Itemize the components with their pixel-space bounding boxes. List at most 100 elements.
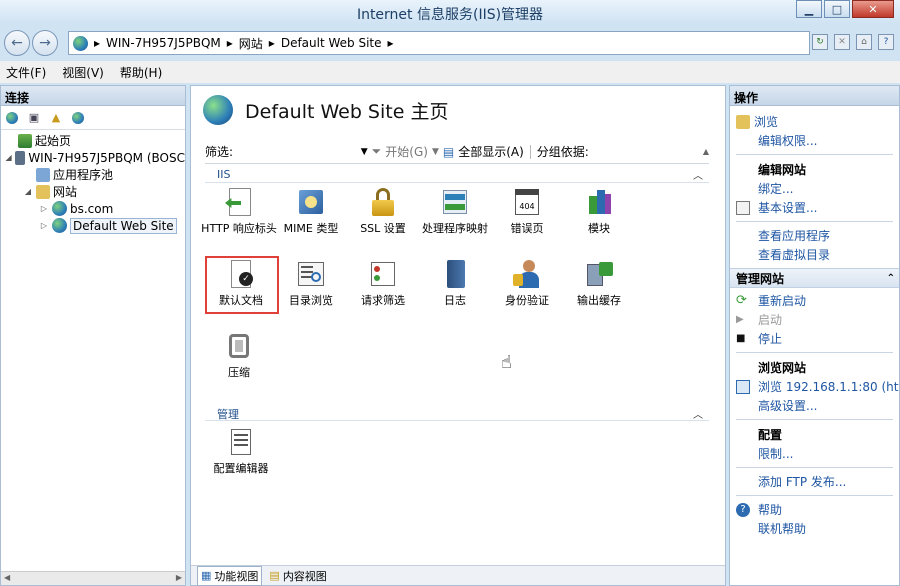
connect-globe-icon[interactable] bbox=[3, 109, 21, 127]
start-icon: ▶ bbox=[736, 313, 744, 325]
feature-directory-browsing[interactable]: 目录浏览 bbox=[273, 258, 349, 308]
http-response-headers-icon bbox=[223, 186, 255, 218]
feature-output-caching[interactable]: 输出缓存 bbox=[561, 258, 637, 308]
feature-compression[interactable]: 压缩 bbox=[201, 330, 277, 380]
close-button[interactable]: ✕ bbox=[852, 0, 894, 18]
back-button[interactable]: ← bbox=[4, 30, 30, 56]
breadcrumb-separator-icon: ▸ bbox=[226, 36, 233, 50]
connections-tree: 起始页 ◢ WIN-7H957J5PBQM (BOSC 应用程序池 ◢ 网站 ▷… bbox=[1, 130, 185, 234]
action-view-virtual-directories[interactable]: 查看虚拟目录 bbox=[730, 245, 899, 264]
feature-http-response-headers[interactable]: HTTP 响应标头 bbox=[201, 186, 277, 236]
action-bindings[interactable]: 绑定... bbox=[730, 179, 899, 198]
tree-item-server[interactable]: ◢ WIN-7H957J5PBQM (BOSC bbox=[1, 149, 185, 166]
handler-mappings-icon bbox=[439, 186, 471, 218]
tree-item-default-web-site[interactable]: ▷ Default Web Site bbox=[1, 217, 185, 234]
group-header-iis[interactable]: IIS bbox=[217, 168, 230, 181]
browser-window-icon bbox=[736, 379, 750, 394]
group-by-label[interactable]: 分组依据: bbox=[537, 143, 589, 160]
tree-item-app-pools[interactable]: 应用程序池 bbox=[1, 166, 185, 183]
tree-item-start-page[interactable]: 起始页 bbox=[1, 132, 185, 149]
action-restart[interactable]: ⟳ 重新启动 bbox=[730, 291, 899, 310]
logging-icon bbox=[439, 258, 471, 290]
explore-folder-icon bbox=[736, 114, 750, 129]
stop-nav-icon[interactable]: ✕ bbox=[834, 34, 850, 50]
tab-content-view[interactable]: ▤ 内容视图 bbox=[266, 567, 329, 585]
menu-view[interactable]: 视图(V) bbox=[62, 64, 104, 81]
authentication-icon bbox=[511, 258, 543, 290]
feature-mime-types[interactable]: MIME 类型 bbox=[273, 186, 349, 236]
feature-handler-mappings[interactable]: 处理程序映射 bbox=[417, 186, 493, 236]
feature-authentication[interactable]: 身份验证 bbox=[489, 258, 565, 308]
action-help[interactable]: ? 帮助 bbox=[730, 500, 899, 519]
compression-icon bbox=[223, 330, 255, 362]
minimize-button[interactable]: ▁ bbox=[796, 0, 822, 18]
save-icon[interactable]: ▣ bbox=[25, 109, 43, 127]
action-limits[interactable]: 限制... bbox=[730, 444, 899, 463]
menu-file[interactable]: 文件(F) bbox=[6, 64, 46, 81]
collapsed-arrow-icon[interactable]: ▷ bbox=[39, 221, 49, 230]
feature-configuration-editor[interactable]: 配置编辑器 bbox=[203, 426, 279, 476]
collapse-manage-icon[interactable]: ︿ bbox=[693, 406, 703, 421]
scroll-up-icon[interactable]: ▲ bbox=[703, 147, 709, 156]
mime-types-icon bbox=[295, 186, 327, 218]
globe-icon bbox=[73, 35, 88, 51]
tree-item-sites[interactable]: ◢ 网站 bbox=[1, 183, 185, 200]
go-dropdown-icon[interactable]: ▼ bbox=[432, 147, 439, 157]
breadcrumb-server[interactable]: WIN-7H957J5PBQM bbox=[106, 36, 221, 50]
show-all-button[interactable]: 全部显示(A) bbox=[458, 143, 524, 160]
funnel-icon: ⏷ bbox=[371, 144, 382, 158]
expanded-arrow-icon[interactable]: ◢ bbox=[5, 153, 12, 162]
maximize-button[interactable]: □ bbox=[824, 0, 850, 18]
feature-logging[interactable]: 日志 bbox=[417, 258, 493, 308]
action-edit-permissions[interactable]: 编辑权限... bbox=[730, 131, 899, 150]
page-title: Default Web Site 主页 bbox=[245, 100, 449, 123]
content-view-icon: ▤ bbox=[269, 569, 280, 582]
filter-dropdown-icon[interactable]: ▼ bbox=[361, 147, 368, 157]
site-globe-icon bbox=[52, 201, 67, 216]
feature-ssl-settings[interactable]: SSL 设置 bbox=[345, 186, 421, 236]
action-browse-link[interactable]: 浏览 192.168.1.1:80 (http) bbox=[730, 377, 899, 396]
back-arrow-icon: ← bbox=[11, 35, 23, 51]
go-button[interactable]: 开始(G) bbox=[385, 143, 428, 160]
forward-button[interactable]: → bbox=[32, 30, 58, 56]
action-add-ftp-publishing[interactable]: 添加 FTP 发布... bbox=[730, 472, 899, 491]
help-nav-icon[interactable]: ? bbox=[878, 34, 894, 50]
connections-title: 连接 bbox=[1, 86, 185, 106]
home-icon[interactable]: ⌂ bbox=[856, 34, 872, 50]
scroll-left-icon[interactable]: ◀ bbox=[4, 573, 10, 584]
up-folder-icon[interactable]: ▲ bbox=[47, 109, 65, 127]
refresh-icon[interactable]: ↻ bbox=[812, 34, 828, 50]
connect-server-icon[interactable] bbox=[69, 109, 87, 127]
action-stop[interactable]: ■ 停止 bbox=[730, 329, 899, 348]
action-view-applications[interactable]: 查看应用程序 bbox=[730, 226, 899, 245]
navigation-bar: ← → ▸ WIN-7H957J5PBQM ▸ 网站 ▸ Default Web… bbox=[0, 26, 900, 60]
collapse-iis-icon[interactable]: ︿ bbox=[693, 167, 703, 182]
action-advanced-settings[interactable]: 高级设置... bbox=[730, 396, 899, 415]
filter-bar: 筛选: ▼ ⏷ 开始(G) ▼ ▤ 全部显示(A) 分组依据: ▲ bbox=[205, 140, 709, 164]
output-caching-icon bbox=[583, 258, 615, 290]
app-pool-icon bbox=[36, 167, 50, 182]
breadcrumb-site[interactable]: Default Web Site bbox=[281, 36, 382, 50]
scroll-right-icon[interactable]: ▶ bbox=[176, 573, 182, 584]
feature-modules[interactable]: 模块 bbox=[561, 186, 637, 236]
tree-item-bs-com[interactable]: ▷ bs.com bbox=[1, 200, 185, 217]
action-online-help[interactable]: 联机帮助 bbox=[730, 519, 899, 538]
horizontal-scrollbar[interactable]: ◀ ▶ bbox=[1, 571, 185, 585]
section-edit-site: 编辑网站 bbox=[758, 162, 807, 177]
tab-features-view[interactable]: ▦ 功能视图 bbox=[197, 565, 263, 586]
title-bar: Internet 信息服务(IIS)管理器 ▁ □ ✕ bbox=[0, 0, 900, 24]
feature-request-filtering[interactable]: 请求筛选 bbox=[345, 258, 421, 308]
section-manage-site[interactable]: 管理网站 ⌃ bbox=[730, 268, 899, 288]
action-start[interactable]: ▶ 启动 bbox=[730, 310, 899, 329]
action-explore[interactable]: 浏览 bbox=[730, 112, 899, 131]
collapse-section-icon[interactable]: ⌃ bbox=[887, 273, 895, 284]
breadcrumb-sites[interactable]: 网站 bbox=[239, 35, 263, 52]
expanded-arrow-icon[interactable]: ◢ bbox=[23, 187, 33, 196]
address-bar[interactable]: ▸ WIN-7H957J5PBQM ▸ 网站 ▸ Default Web Sit… bbox=[68, 31, 810, 55]
menu-help[interactable]: 帮助(H) bbox=[120, 64, 162, 81]
feature-error-pages[interactable]: 404 错误页 bbox=[489, 186, 565, 236]
action-basic-settings[interactable]: 基本设置... bbox=[730, 198, 899, 217]
highlight-box bbox=[205, 256, 279, 314]
collapsed-arrow-icon[interactable]: ▷ bbox=[39, 204, 49, 213]
settings-page-icon bbox=[736, 200, 750, 215]
